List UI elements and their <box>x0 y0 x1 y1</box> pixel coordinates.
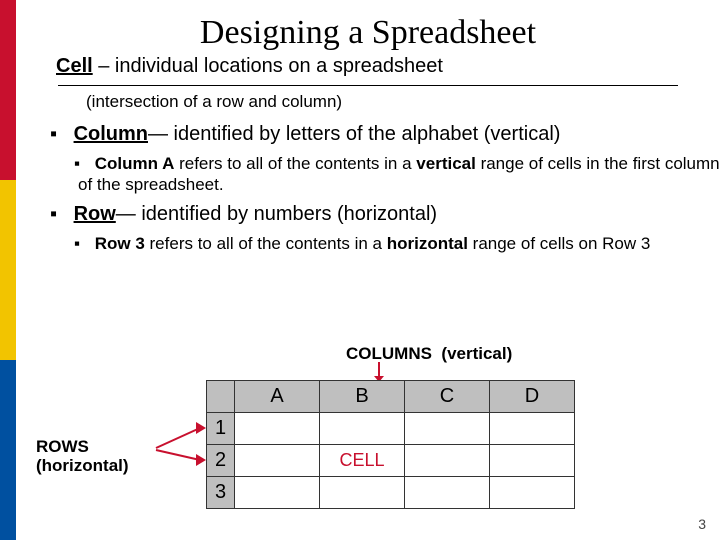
row-3-emph: horizontal <box>387 234 468 253</box>
rows-label: ROWS (horizontal) <box>36 438 166 475</box>
cell-b3 <box>320 477 405 509</box>
column-a-mid: refers to all of the contents in a <box>174 154 416 173</box>
col-header-c: C <box>405 381 490 413</box>
cell-c1 <box>405 413 490 445</box>
cell-c2 <box>405 445 490 477</box>
row-header-2: 2 <box>207 445 235 477</box>
columns-label: COLUMNS (vertical) <box>346 344 512 364</box>
cell-a2 <box>235 445 320 477</box>
bullet-row: Row— identified by numbers (horizontal) <box>56 202 690 227</box>
bullet-cell: Cell – individual locations on a spreads… <box>56 54 690 79</box>
row-3-tail: range of cells on Row 3 <box>468 234 650 253</box>
sidebar-red-stripe <box>0 0 16 180</box>
row-definition: — identified by numbers (horizontal) <box>116 203 437 225</box>
rows-label-paren: (horizontal) <box>36 456 129 475</box>
col-header-b: B <box>320 381 405 413</box>
cell-b2: CELL <box>320 445 405 477</box>
column-definition: — identified by letters of the alphabet … <box>148 123 560 145</box>
cell-subnote: (intersection of a row and column) <box>86 92 720 112</box>
cell-c3 <box>405 477 490 509</box>
cell-label: CELL <box>339 450 384 470</box>
cell-d1 <box>490 413 575 445</box>
columns-label-paren: (vertical) <box>441 344 512 363</box>
slide-number: 3 <box>698 516 706 532</box>
grid-corner <box>207 381 235 413</box>
row-header-3: 3 <box>207 477 235 509</box>
row-header-1: 1 <box>207 413 235 445</box>
column-a-emph: vertical <box>416 154 476 173</box>
term-row: Row <box>74 203 116 225</box>
sub-bullet-column-a: Column A refers to all of the contents i… <box>78 153 720 196</box>
underline-rule <box>58 85 678 86</box>
columns-label-word: COLUMNS <box>346 344 432 363</box>
cell-definition: – individual locations on a spreadsheet <box>93 55 443 77</box>
cell-d3 <box>490 477 575 509</box>
color-sidebar <box>0 0 16 540</box>
term-cell: Cell <box>56 55 93 77</box>
rows-label-word: ROWS <box>36 437 89 456</box>
cell-a3 <box>235 477 320 509</box>
slide-title: Designing a Spreadsheet <box>16 14 720 52</box>
col-header-a: A <box>235 381 320 413</box>
sub-bullet-row-3: Row 3 refers to all of the contents in a… <box>78 233 720 254</box>
row-3-lead: Row 3 <box>95 234 145 253</box>
spreadsheet-grid: A B C D 1 2 CELL 3 <box>206 380 575 509</box>
row-3-mid: refers to all of the contents in a <box>145 234 387 253</box>
col-header-d: D <box>490 381 575 413</box>
bullet-column: Column— identified by letters of the alp… <box>56 122 690 147</box>
sidebar-yellow-stripe <box>0 180 16 360</box>
spreadsheet-diagram: COLUMNS (vertical) ROWS (horizontal) A B… <box>186 380 606 520</box>
term-column: Column <box>74 123 148 145</box>
sidebar-blue-stripe <box>0 360 16 540</box>
cell-d2 <box>490 445 575 477</box>
cell-b1 <box>320 413 405 445</box>
cell-a1 <box>235 413 320 445</box>
column-a-lead: Column A <box>95 154 175 173</box>
